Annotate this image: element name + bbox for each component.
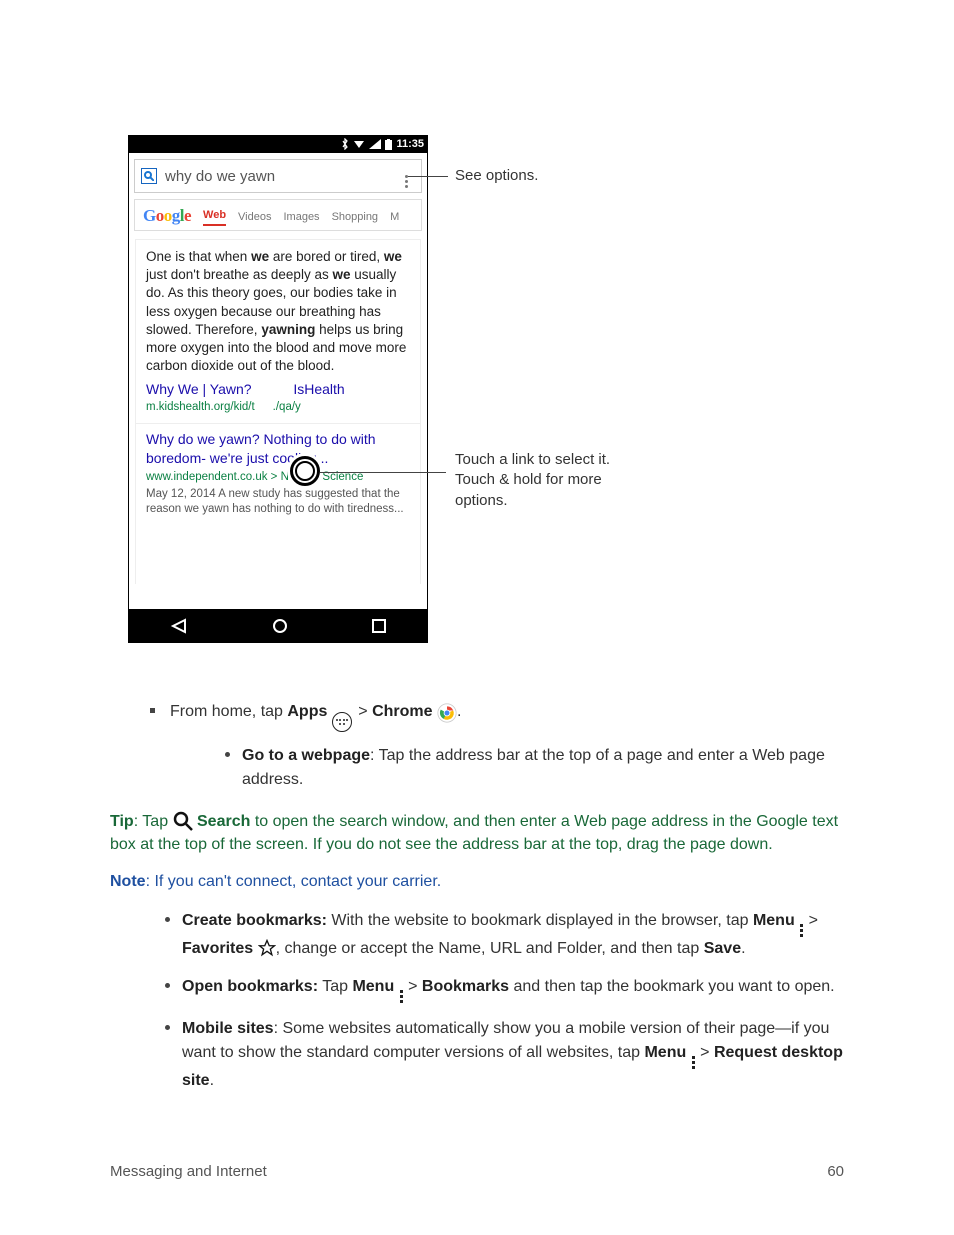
tab-more[interactable]: M xyxy=(390,211,399,226)
tab-images[interactable]: Images xyxy=(283,211,319,226)
callout-line xyxy=(320,472,446,473)
tab-web[interactable]: Web xyxy=(203,209,226,226)
bluetooth-icon xyxy=(341,138,349,150)
callout-link: Touch a link to select it. Touch & hold … xyxy=(455,450,645,511)
result-link-2[interactable]: Why do we yawn? Nothing to do with bored… xyxy=(136,423,420,517)
featured-snippet: One is that when we are bored or tired, … xyxy=(146,248,410,376)
callout-options: See options. xyxy=(455,166,538,186)
status-bar: 11:35 xyxy=(128,135,428,153)
touch-indicator xyxy=(290,456,320,486)
search-results: One is that when we are bored or tired, … xyxy=(135,239,421,584)
recent-icon[interactable] xyxy=(372,619,386,633)
menu-icon xyxy=(800,924,803,937)
page-number: 60 xyxy=(827,1163,844,1180)
mobile-sites: Mobile sites: Some websites automaticall… xyxy=(110,1017,844,1093)
bullet-list: Create bookmarks: With the website to bo… xyxy=(110,909,844,1093)
signal-icon xyxy=(369,139,381,149)
chrome-icon xyxy=(437,703,457,723)
goto-webpage: Go to a webpage: Tap the address bar at … xyxy=(170,744,844,792)
star-icon xyxy=(258,939,276,957)
search-query: why do we yawn xyxy=(165,168,397,185)
menu-icon xyxy=(692,1056,695,1069)
tab-videos[interactable]: Videos xyxy=(238,211,271,226)
create-bookmarks: Create bookmarks: With the website to bo… xyxy=(110,909,844,961)
battery-icon xyxy=(385,139,392,150)
wifi-icon xyxy=(353,139,365,149)
search-icon xyxy=(141,168,157,184)
step-from-home: From home, tap Apps > Chrome . Go to a w… xyxy=(110,700,844,792)
search-bar[interactable]: why do we yawn xyxy=(134,159,422,193)
callout-line xyxy=(408,176,448,177)
back-icon[interactable] xyxy=(170,618,188,634)
note: Note: If you can't connect, contact your… xyxy=(110,870,844,893)
apps-icon xyxy=(332,712,352,732)
figure: 11:35 why do we yawn Google Web Videos I… xyxy=(110,110,844,690)
result-link-1[interactable]: Why We | Yawn? IsHealth m.kidshealth.org… xyxy=(146,380,410,416)
menu-icon xyxy=(400,990,403,1003)
phone-mockup: 11:35 why do we yawn Google Web Videos I… xyxy=(128,135,428,643)
open-bookmarks: Open bookmarks: Tap Menu > Bookmarks and… xyxy=(110,975,844,1003)
home-icon[interactable] xyxy=(272,618,288,634)
section-title: Messaging and Internet xyxy=(110,1163,267,1180)
search-icon xyxy=(173,811,193,831)
google-tabs: Google Web Videos Images Shopping M xyxy=(134,199,422,231)
nav-bar xyxy=(128,609,428,643)
google-logo: Google xyxy=(143,206,191,226)
page-footer: Messaging and Internet 60 xyxy=(110,1163,844,1180)
clock: 11:35 xyxy=(396,138,424,150)
tip: Tip: Tap Search to open the search windo… xyxy=(110,810,844,856)
tab-shopping[interactable]: Shopping xyxy=(332,211,379,226)
instruction-list: From home, tap Apps > Chrome . Go to a w… xyxy=(110,700,844,792)
